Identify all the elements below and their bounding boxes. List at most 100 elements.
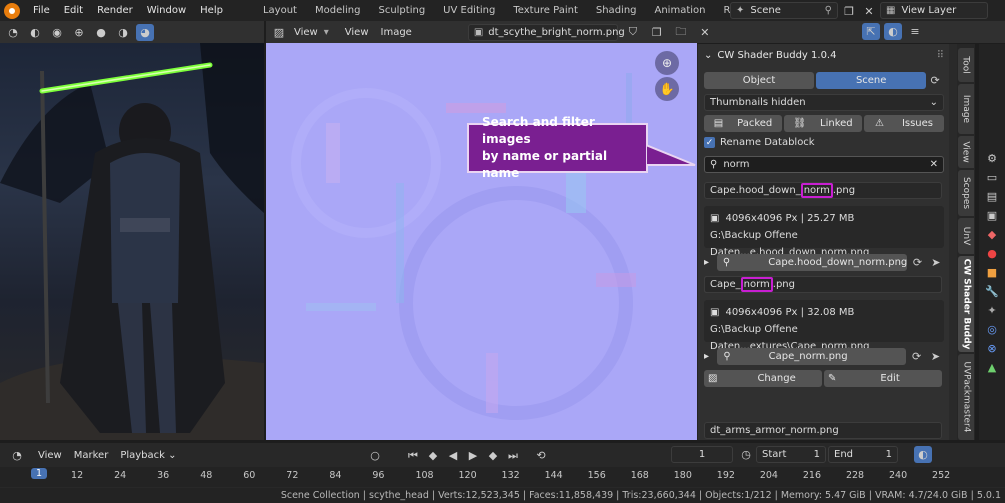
- current-frame-field[interactable]: 1: [671, 446, 733, 463]
- sync-icon[interactable]: ⟲: [532, 447, 550, 464]
- view-layer-props-icon[interactable]: ▣: [987, 209, 997, 222]
- timeline-view-menu[interactable]: View: [38, 450, 62, 461]
- data-props-icon[interactable]: ▲: [988, 361, 996, 374]
- workspace-tab-0[interactable]: Layout: [254, 5, 306, 16]
- playback-dropdown[interactable]: Playback ⌄: [120, 450, 176, 461]
- start-frame-field[interactable]: Start 1: [756, 446, 826, 463]
- frame-ruler[interactable]: 1 12 24 36 48 60 72 84 96 108 120 132 144 156 168 180 19…: [0, 467, 1005, 487]
- edit-button[interactable]: ✎ Edit: [824, 370, 942, 387]
- modifier-props-icon[interactable]: 🔧: [985, 285, 999, 298]
- open-folder-icon[interactable]: 🗀: [672, 24, 690, 41]
- select-cursor-icon[interactable]: ➤: [927, 348, 944, 365]
- constraint-props-icon[interactable]: ⊗: [987, 342, 996, 355]
- workspace-tab-5[interactable]: Shading: [587, 5, 646, 16]
- particles-props-icon[interactable]: ✦: [987, 304, 996, 317]
- sidebar-tab-0[interactable]: Tool: [958, 48, 974, 82]
- clock-icon[interactable]: ◷: [737, 446, 755, 463]
- menu-help[interactable]: Help: [193, 5, 230, 16]
- object-props-icon[interactable]: ■: [987, 266, 997, 279]
- collapse-chevron-icon[interactable]: ⌄: [704, 50, 712, 61]
- workspace-tab-3[interactable]: UV Editing: [434, 5, 504, 16]
- render-viewport[interactable]: [0, 43, 264, 440]
- workspace-tab-1[interactable]: Modeling: [306, 5, 370, 16]
- pan-hand-icon[interactable]: ✋: [655, 77, 679, 101]
- blender-logo-icon[interactable]: [4, 2, 20, 19]
- linked-button[interactable]: ⛓ Linked: [784, 115, 862, 132]
- scene-selector[interactable]: ✦ Scene ⚲: [730, 2, 838, 19]
- rename-datablock-row[interactable]: ✓ Rename Datablock: [704, 137, 944, 148]
- play-reverse-icon[interactable]: ◀: [444, 447, 462, 464]
- sidebar-tab-5[interactable]: CW Shader Buddy: [958, 256, 974, 352]
- workspace-tab-2[interactable]: Sculpting: [369, 5, 434, 16]
- material-icon[interactable]: ◑: [114, 24, 132, 41]
- expand-triangle-icon[interactable]: ▸: [704, 257, 715, 268]
- visibility-icon[interactable]: ◉: [48, 24, 66, 41]
- menu-window[interactable]: Window: [140, 5, 193, 16]
- wireframe-icon[interactable]: ⊕: [70, 24, 88, 41]
- workspace-tab-4[interactable]: Texture Paint: [504, 5, 587, 16]
- change-button[interactable]: ▨ Change: [704, 370, 822, 387]
- image-selector[interactable]: ▣ dt_scythe_bright_norm.png: [467, 23, 625, 41]
- refresh-icon[interactable]: ⟳: [928, 72, 942, 89]
- menu-file[interactable]: File: [26, 5, 57, 16]
- shading-icon[interactable]: ◐: [26, 24, 44, 41]
- thumbnails-dropdown[interactable]: Thumbnails hidden ⌄: [704, 94, 944, 111]
- timeline-marker-menu[interactable]: Marker: [74, 450, 109, 461]
- end-frame-field[interactable]: End 1: [828, 446, 898, 463]
- menu-edit[interactable]: Edit: [57, 5, 90, 16]
- image-file-button[interactable]: ⚲ Cape.hood_down_norm.png: [716, 254, 908, 271]
- image-name-field[interactable]: Cape_ norm .png: [704, 276, 942, 293]
- image-name-field[interactable]: Cape.hood_down_ norm .png: [704, 182, 942, 199]
- physics-props-icon[interactable]: ◎: [987, 323, 997, 336]
- shield-icon[interactable]: ⛉: [624, 24, 642, 41]
- drag-handle-icon[interactable]: ⠿: [937, 50, 944, 61]
- sidebar-tab-4[interactable]: UnV: [958, 218, 974, 254]
- prev-keyframe-icon[interactable]: ◆: [424, 447, 442, 464]
- packed-button[interactable]: ▤ Packed: [704, 115, 782, 132]
- timeline-editor-icon[interactable]: ◔: [8, 447, 26, 464]
- image-name-field[interactable]: dt_arms_armor_norm.png: [704, 422, 942, 439]
- tab-object[interactable]: Object: [704, 72, 815, 89]
- sidebar-tab-2[interactable]: View: [958, 136, 974, 168]
- render-props-icon[interactable]: ▭: [987, 171, 997, 184]
- panel-scrollbar[interactable]: [949, 44, 957, 440]
- rename-checkbox[interactable]: ✓: [704, 137, 715, 148]
- jump-end-icon[interactable]: ⏭: [504, 447, 522, 464]
- workspace-tab-6[interactable]: Animation: [646, 5, 715, 16]
- tab-scene[interactable]: Scene: [816, 72, 927, 89]
- world-props-icon[interactable]: ●: [987, 247, 997, 260]
- delete-scene-icon[interactable]: ✕: [860, 3, 878, 20]
- jump-start-icon[interactable]: ⏮: [404, 447, 422, 464]
- duplicate-image-icon[interactable]: ❐: [648, 24, 666, 41]
- image-menu[interactable]: Image: [381, 27, 412, 38]
- play-icon[interactable]: ▶: [464, 447, 482, 464]
- view-mode-dropdown[interactable]: View: [294, 27, 318, 38]
- image-canvas[interactable]: ⊕ ✋ Search and filter images by name or …: [266, 43, 697, 440]
- sidebar-tab-3[interactable]: Scopes: [958, 170, 974, 216]
- pin-icon[interactable]: ⚲: [825, 5, 832, 16]
- rendered-icon[interactable]: ◕: [136, 23, 154, 41]
- search-input[interactable]: ⚲ norm ✕: [704, 156, 944, 173]
- image-file-button[interactable]: ⚲ Cape_norm.png: [717, 348, 907, 365]
- clear-search-icon[interactable]: ✕: [930, 159, 938, 170]
- cursor-tool-icon[interactable]: ⇱: [862, 23, 880, 40]
- zoom-icon[interactable]: ⊕: [655, 51, 679, 75]
- menu-render[interactable]: Render: [90, 5, 140, 16]
- view-layer-selector[interactable]: ▦ View Layer: [880, 2, 988, 19]
- tool-settings-icon[interactable]: ⚙: [987, 152, 997, 165]
- select-cursor-icon[interactable]: ➤: [928, 254, 944, 271]
- image-editor-type-icon[interactable]: ▨: [270, 24, 288, 41]
- scene-props-icon[interactable]: ◆: [988, 228, 996, 241]
- editor-type-icon[interactable]: ◔: [4, 24, 22, 41]
- timeline-overlay-icon[interactable]: ◐: [914, 446, 932, 463]
- view-menu[interactable]: View: [345, 27, 369, 38]
- issues-button[interactable]: ⚠ Issues: [864, 115, 944, 132]
- solid-icon[interactable]: ●: [92, 24, 110, 41]
- expand-triangle-icon[interactable]: ▸: [704, 351, 715, 362]
- new-scene-icon[interactable]: ❐: [840, 3, 858, 20]
- next-keyframe-icon[interactable]: ◆: [484, 447, 502, 464]
- replace-image-icon[interactable]: ⟳: [909, 254, 925, 271]
- record-icon[interactable]: ○: [366, 447, 384, 464]
- unlink-image-icon[interactable]: ✕: [696, 24, 714, 41]
- hamburger-icon[interactable]: ≡: [906, 23, 924, 40]
